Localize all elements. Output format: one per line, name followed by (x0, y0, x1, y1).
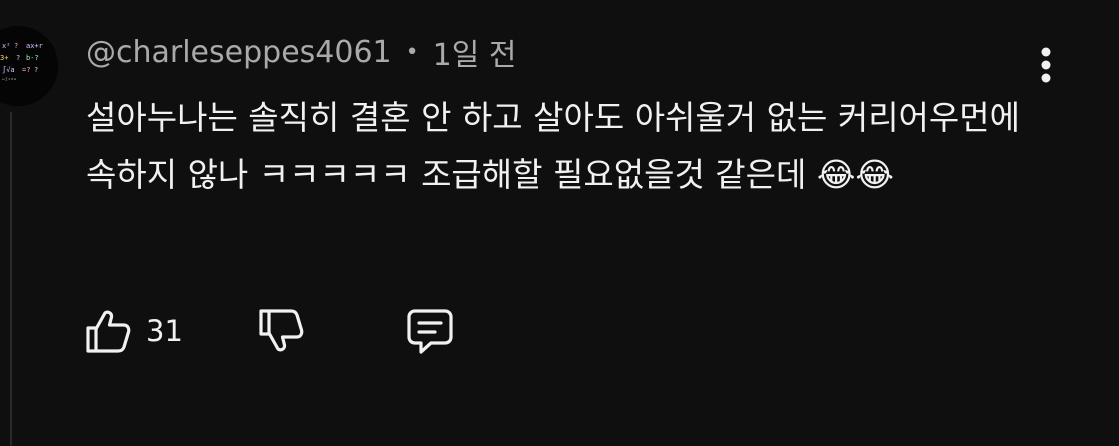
svg-text:∫√a: ∫√a (2, 65, 15, 74)
comment-actions: 31 (84, 305, 455, 357)
like-count: 31 (146, 314, 183, 348)
more-options-button[interactable] (1026, 40, 1066, 90)
like-button[interactable]: 31 (84, 307, 183, 355)
svg-text:x²: x² (2, 42, 10, 50)
more-vertical-icon (1041, 47, 1051, 83)
comment-icon (407, 309, 453, 354)
dislike-button[interactable] (257, 307, 305, 355)
svg-text:=?: =? (22, 66, 30, 74)
thread-line (10, 112, 12, 446)
comment-text: 설아누나는 솔직히 결혼 안 하고 살아도 아쉬울거 없는 커리어우먼에 속하지… (86, 98, 1031, 194)
svg-text:b-?: b-? (26, 54, 39, 62)
svg-text:?: ? (14, 42, 18, 50)
svg-text:?: ? (16, 54, 20, 62)
comment-timestamp[interactable]: 1일 전 (433, 30, 517, 74)
thumbs-down-icon (259, 309, 304, 352)
svg-text:3+: 3+ (0, 54, 8, 62)
thumbs-up-icon (86, 310, 131, 353)
svg-text:ω ∑ π θ Δ: ω ∑ π θ Δ (2, 77, 17, 81)
comment-header: @charleseppes4061 • 1일 전 (86, 30, 516, 74)
svg-text:?: ? (34, 66, 38, 74)
reply-button[interactable] (405, 307, 455, 355)
avatar[interactable]: x² ? ax+r 3+ ? b-? ∫√a =? ? ω ∑ π θ Δ (0, 26, 58, 106)
svg-text:ax+r: ax+r (26, 42, 43, 50)
avatar-image: x² ? ax+r 3+ ? b-? ∫√a =? ? ω ∑ π θ Δ (0, 26, 58, 106)
author-handle[interactable]: @charleseppes4061 (86, 35, 392, 70)
meta-separator: • (405, 39, 419, 65)
